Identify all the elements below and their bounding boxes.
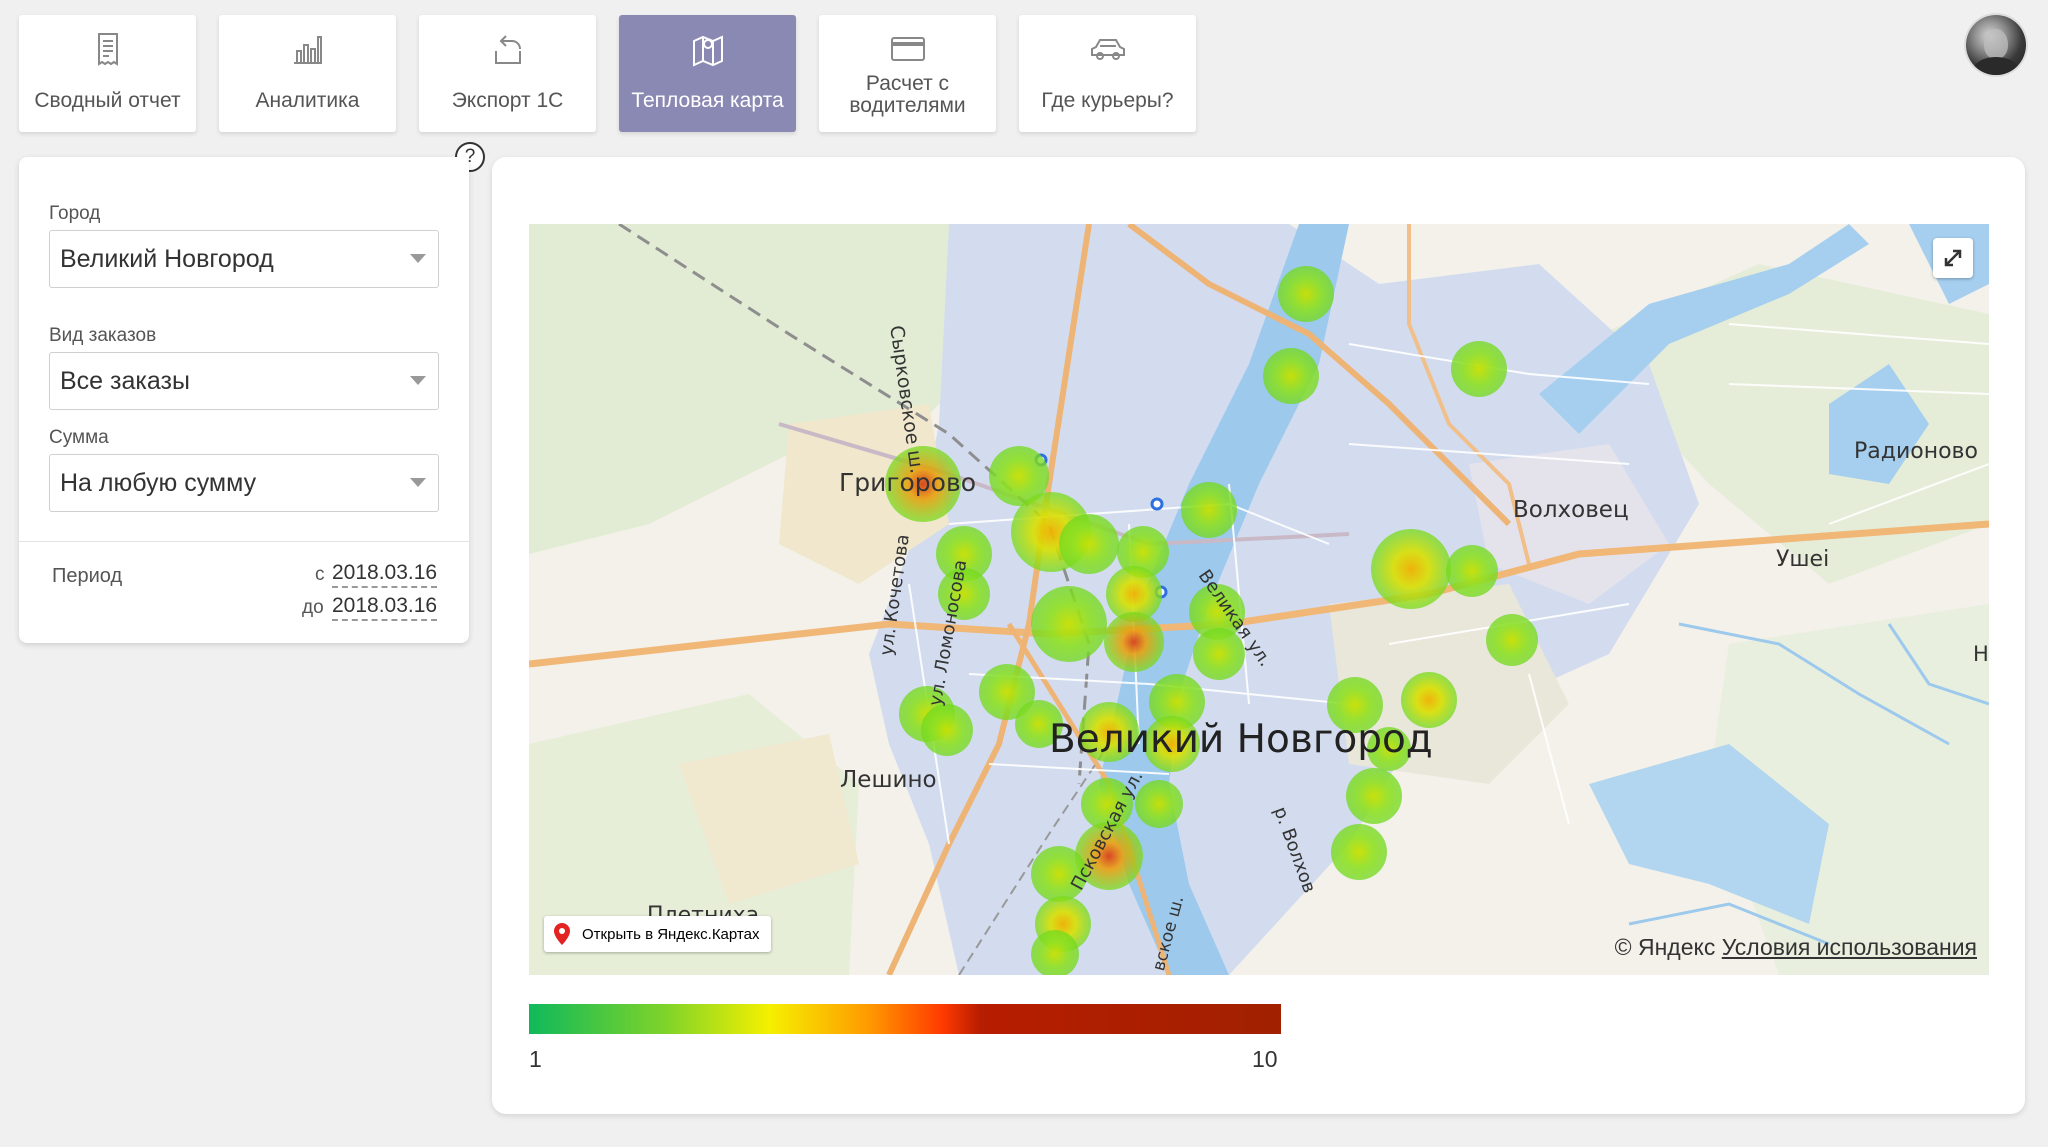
heat-spot bbox=[1031, 586, 1107, 662]
heat-spot bbox=[1446, 545, 1498, 597]
user-avatar[interactable] bbox=[1966, 15, 2026, 75]
yandex-pin-icon bbox=[548, 919, 576, 949]
place-label-radionovo: Радионово bbox=[1854, 439, 1978, 464]
map-copyright: © Яндекс Условия использования bbox=[1615, 934, 1977, 961]
period-from-prefix: с bbox=[315, 564, 325, 585]
amount-label: Сумма bbox=[49, 427, 109, 448]
avatar-body bbox=[1974, 57, 2018, 75]
city-select-value: Великий Новгород bbox=[60, 245, 274, 273]
tab-analytics-label: Аналитика bbox=[255, 89, 360, 112]
tab-analytics[interactable]: Аналитика bbox=[219, 15, 396, 132]
order-type-label: Вид заказов bbox=[49, 325, 157, 346]
place-label-city: Великий Новгород bbox=[1049, 717, 1433, 762]
period-label: Период bbox=[52, 565, 123, 587]
filters-panel: Город Великий Новгород Вид заказов Все з… bbox=[19, 157, 469, 643]
heat-spot bbox=[1346, 768, 1402, 824]
city-label: Город bbox=[49, 203, 101, 224]
export-icon bbox=[494, 35, 521, 64]
amount-select-value: На любую сумму bbox=[60, 469, 257, 497]
place-label-volkhovets: Волховец bbox=[1513, 497, 1629, 523]
amount-select[interactable]: На любую сумму bbox=[49, 454, 439, 512]
map-base bbox=[529, 224, 1989, 975]
chevron-down-icon bbox=[410, 376, 426, 385]
heat-spot bbox=[1278, 266, 1334, 322]
place-label-n: Н bbox=[1973, 642, 1989, 666]
heatmap-map[interactable]: Григорово Волховец Радионово Ушеі Н Леши… bbox=[529, 224, 1989, 975]
avatar-face bbox=[1984, 29, 2008, 59]
heat-spot bbox=[1486, 614, 1538, 666]
heat-spot bbox=[1059, 514, 1119, 574]
copyright-text: © Яндекс bbox=[1614, 934, 1716, 960]
car-icon bbox=[1090, 39, 1125, 60]
tab-driver-payments[interactable]: Расчет с водителями bbox=[819, 15, 996, 132]
order-type-select-value: Все заказы bbox=[60, 367, 190, 395]
legend-min-label: 1 bbox=[529, 1046, 542, 1072]
tab-driver-payments-label: Расчет с водителями bbox=[849, 72, 966, 117]
heatmap-legend-bar bbox=[529, 1004, 1281, 1034]
city-select[interactable]: Великий Новгород bbox=[49, 230, 439, 288]
place-label-ushei: Ушеі bbox=[1776, 547, 1830, 572]
tab-summary-report[interactable]: Сводный отчет bbox=[19, 15, 196, 132]
place-label-leshino: Лешино bbox=[840, 767, 937, 793]
heat-spot bbox=[921, 704, 973, 756]
tab-heatmap-label: Тепловая карта bbox=[631, 89, 784, 112]
credit-card-icon bbox=[890, 37, 925, 61]
heat-spot bbox=[1104, 612, 1164, 672]
chevron-down-icon bbox=[410, 478, 426, 487]
report-icon bbox=[97, 33, 118, 66]
map-pin-icon bbox=[692, 35, 723, 67]
heat-spot bbox=[1451, 341, 1507, 397]
transit-marker[interactable] bbox=[1150, 497, 1164, 511]
tab-summary-report-label: Сводный отчет bbox=[34, 89, 181, 112]
heat-spot bbox=[1371, 529, 1451, 609]
order-type-select[interactable]: Все заказы bbox=[49, 352, 439, 410]
period-to-date[interactable]: 2018.03.16 bbox=[332, 594, 438, 621]
open-in-yandex-maps-button[interactable]: Открыть в Яндекс.Картах bbox=[544, 916, 772, 952]
expand-icon bbox=[1944, 249, 1962, 267]
tab-where-couriers-label: Где курьеры? bbox=[1041, 89, 1174, 112]
tab-heatmap[interactable]: Тепловая карта bbox=[619, 15, 796, 132]
tab-where-couriers[interactable]: Где курьеры? bbox=[1019, 15, 1196, 132]
chevron-down-icon bbox=[410, 254, 426, 263]
open-in-yandex-maps-label: Открыть в Яндекс.Картах bbox=[582, 925, 760, 943]
tab-export-1c[interactable]: Экспорт 1С bbox=[419, 15, 596, 132]
panel-divider bbox=[19, 541, 469, 542]
tab-export-1c-label: Экспорт 1С bbox=[451, 89, 564, 112]
legend-max-label: 10 bbox=[1252, 1046, 1278, 1072]
terms-link[interactable]: Условия использования bbox=[1722, 934, 1977, 960]
heat-spot bbox=[1263, 348, 1319, 404]
heat-spot bbox=[1181, 482, 1237, 538]
period-from-date[interactable]: 2018.03.16 bbox=[332, 561, 438, 588]
fullscreen-button[interactable] bbox=[1933, 238, 1973, 278]
period-to-prefix: до bbox=[302, 597, 324, 618]
bar-chart-icon bbox=[293, 36, 322, 64]
heat-spot bbox=[1331, 824, 1387, 880]
